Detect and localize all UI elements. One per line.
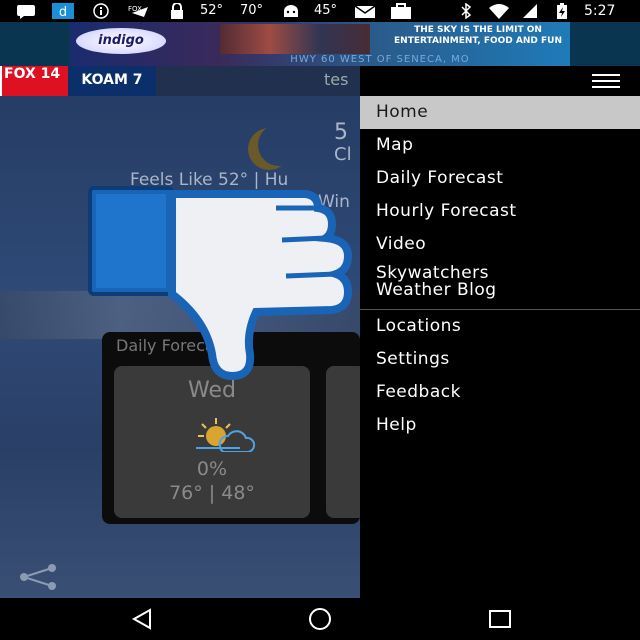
location-search-text[interactable]: tes [324,70,348,89]
menu-item-weather-blog[interactable]: Skywatchers Weather Blog [360,261,640,309]
home-icon[interactable] [306,608,334,630]
menu-item-hourly-forecast[interactable]: Hourly Forecast [360,195,640,228]
fox-icon: FOX [128,3,154,19]
ad-content[interactable]: indigo THE SKY IS THE LIMIT ON ENTERTAIN… [70,22,570,66]
status-temp-3: 45° [314,3,338,18]
signal-icon [522,3,538,19]
menu-item-help[interactable]: Help [360,409,640,442]
info-icon [92,3,110,19]
navigation-drawer: Home Map Daily Forecast Hourly Forecast … [360,66,640,598]
forecast-day: Wed [188,378,236,403]
ad-banner[interactable]: indigo THE SKY IS THE LIMIT ON ENTERTAIN… [0,22,640,66]
current-temperature: 5 [334,120,348,145]
briefcase-icon [390,3,412,19]
menu-item-blog-line2: Weather Blog [376,280,497,300]
system-nav-bar [0,598,640,640]
moon-icon [258,124,300,166]
partly-cloudy-icon [190,416,256,453]
battery-icon [556,3,568,19]
drawer-menu: Home Map Daily Forecast Hourly Forecast … [360,96,640,442]
message-icon [16,3,36,19]
wifi-icon [488,3,510,19]
menu-item-locations[interactable]: Locations [360,310,640,343]
forecast-card-partial[interactable] [326,366,360,518]
lock-icon [170,2,184,19]
forecast-precip: 0% [196,458,228,480]
status-time: 5:27 [584,3,616,19]
ad-photo [220,24,370,54]
drawer-header [360,66,640,96]
bluetooth-icon [460,2,472,20]
android-icon [282,3,300,19]
svg-text:d: d [59,5,67,19]
ad-headline: THE SKY IS THE LIMIT ON ENTERTAINMENT, F… [394,25,562,46]
menu-item-map[interactable]: Map [360,129,640,162]
d-app-icon: d [52,3,74,20]
menu-item-feedback[interactable]: Feedback [360,376,640,409]
status-temp-1: 52° [200,3,224,18]
mail-icon [354,3,376,19]
menu-item-daily-forecast[interactable]: Daily Forecast [360,162,640,195]
forecast-temp-range: 76° | 48° [169,482,255,504]
menu-item-home[interactable]: Home [360,96,640,129]
menu-item-video[interactable]: Video [360,228,640,261]
cbs-logo: KOAM 7 [68,66,156,96]
current-condition: Cl [334,144,352,165]
forecast-card[interactable]: Wed 0% 76° | 48° [114,366,310,518]
recents-icon[interactable] [488,608,512,630]
station-logo: FOX 14 KOAM 7 [0,66,156,96]
thumbs-down-icon [86,184,358,381]
share-icon[interactable] [14,562,60,592]
status-bar: d FOX 52° 70° 45° 5:27 [0,0,640,22]
back-icon[interactable] [130,608,154,630]
fox-logo: FOX 14 [2,66,68,96]
hamburger-menu-icon[interactable] [592,74,620,88]
menu-item-settings[interactable]: Settings [360,343,640,376]
ad-logo: indigo [76,28,166,54]
status-temp-2: 70° [240,3,264,18]
ad-subline: HWY 60 WEST OF SENECA, MO [290,54,470,65]
